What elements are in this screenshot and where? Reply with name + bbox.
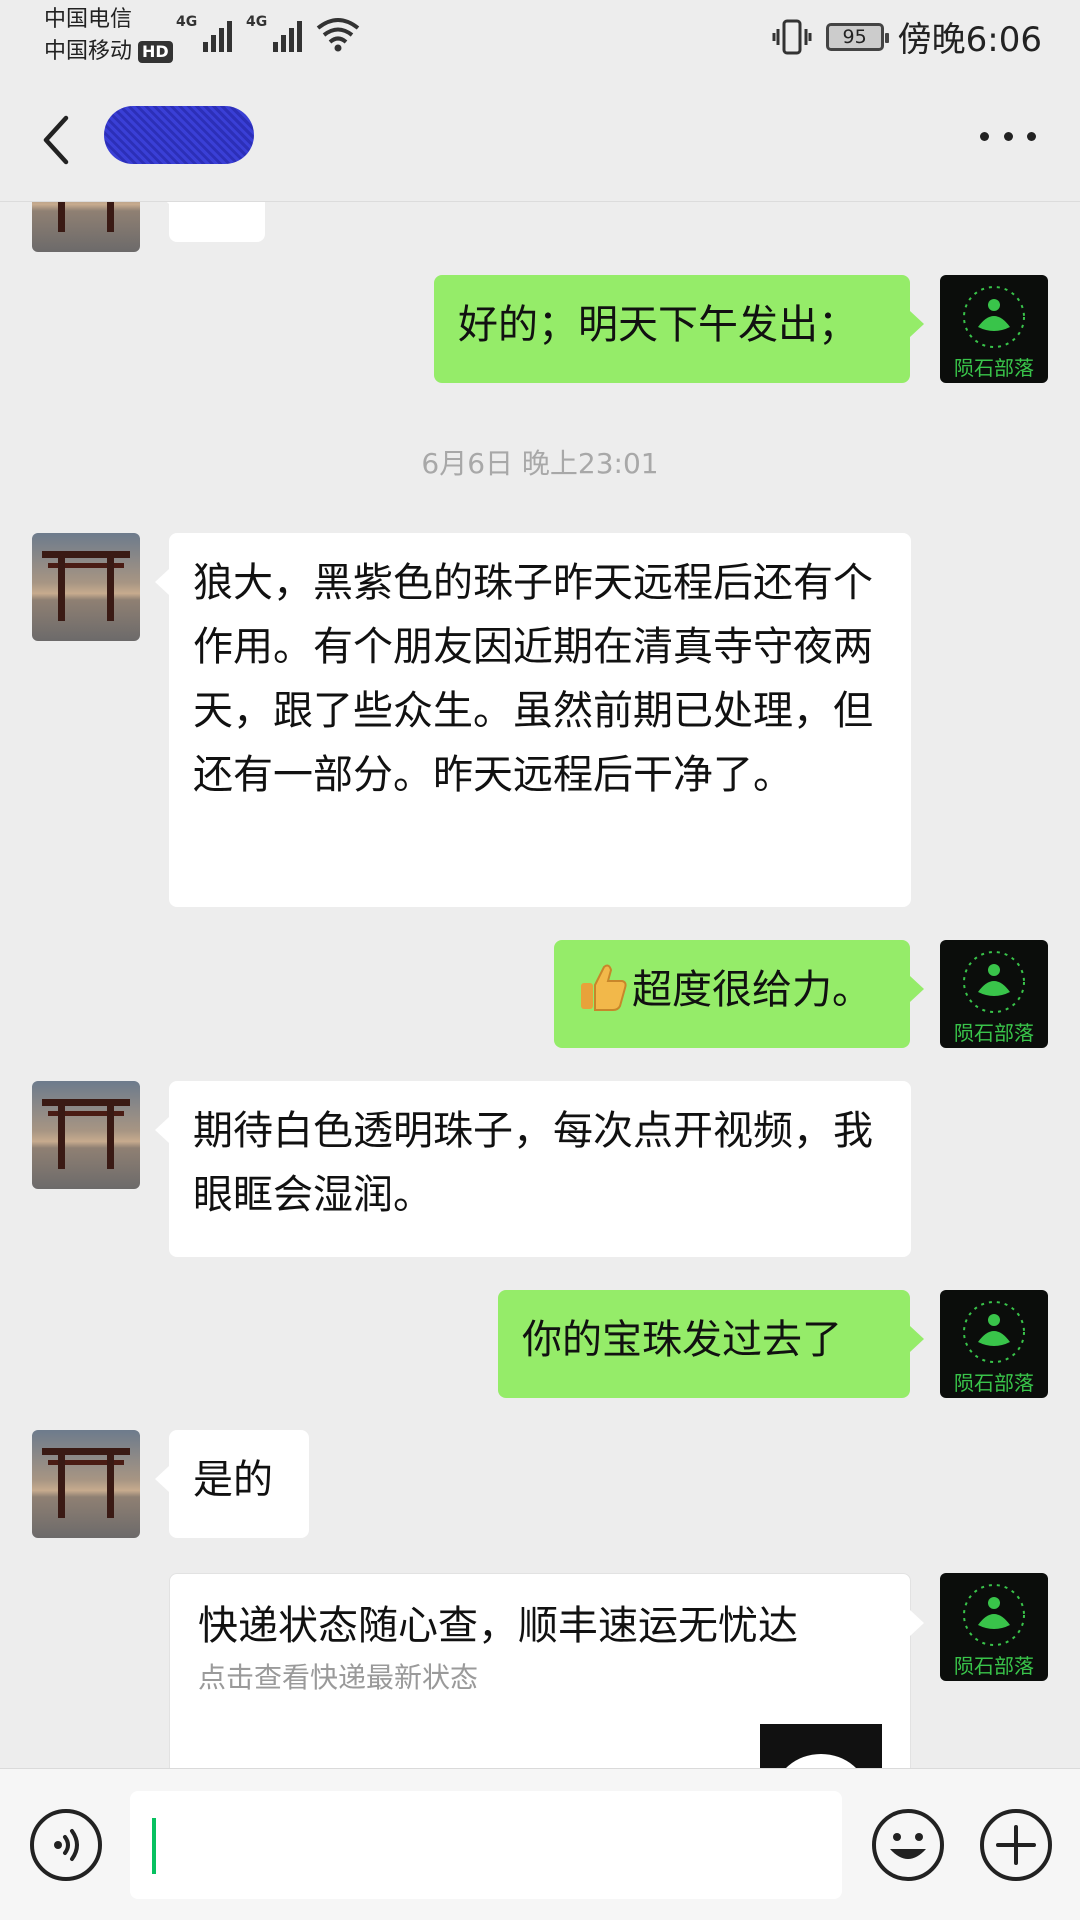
battery-level: 95 — [842, 25, 867, 48]
timestamp: 6月6日 晚上23:01 — [421, 447, 659, 480]
carrier-2: 中国移动 — [44, 39, 133, 64]
card-title: 快递状态随心查，顺丰速运无忧达 — [198, 1603, 798, 1649]
message-bubble-sent[interactable]: 好的；明天下午发出； — [434, 275, 924, 383]
contact-avatar[interactable] — [32, 1430, 140, 1538]
card-thumbnail — [760, 1724, 882, 1768]
message-bubble-sent[interactable]: 你的宝珠发过去了 — [498, 1290, 924, 1398]
voice-icon[interactable] — [28, 1807, 104, 1883]
status-right: 95 傍晚6:06 — [772, 12, 1042, 61]
message-text: 好的；明天下午发出； — [458, 302, 858, 348]
chat-header — [0, 78, 1080, 202]
message-bubble-received[interactable]: 期待白色透明珠子，每次点开视频，我眼眶会湿润。 — [155, 1081, 911, 1257]
message-bubble-clipped[interactable] — [155, 202, 265, 242]
network-type-2: 4G — [246, 14, 268, 30]
network-type-1: 4G — [176, 14, 198, 30]
message-text: 你的宝珠发过去了 — [522, 1317, 842, 1363]
emoji-icon[interactable] — [870, 1807, 946, 1883]
clock: 傍晚6:06 — [897, 20, 1042, 60]
brand-logo-text: 陨石部落 — [954, 1021, 1034, 1045]
message-list[interactable]: 好的；明天下午发出； 陨石部落 6月6日 晚上23:01 狼大，黑紫色的珠子昨天… — [0, 202, 1080, 1768]
signal-indicators: 4G 4G — [176, 14, 360, 52]
carrier-1: 中国电信 — [44, 7, 133, 32]
status-bar: 中国电信 中国移动 HD 4G 4G 95 傍晚6:06 — [0, 0, 1080, 78]
contact-avatar[interactable] — [32, 1081, 140, 1189]
signal-1-icon: 4G — [176, 14, 232, 52]
message-input[interactable] — [130, 1791, 842, 1899]
brand-logo-avatar[interactable]: 陨石部落 — [940, 1573, 1048, 1681]
message-text: 期待白色透明珠子，每次点开视频，我眼眶会湿润。 — [193, 1108, 873, 1218]
message-text: 超度很给力。 — [632, 967, 872, 1013]
chevron-left-icon[interactable] — [36, 110, 76, 170]
battery-icon: 95 — [825, 22, 889, 51]
vibrate-icon — [772, 19, 812, 54]
card-description: 点击查看快递最新状态 — [198, 1661, 479, 1694]
thumbs-up-emoji-icon — [581, 964, 627, 1011]
brand-logo-avatar[interactable]: 陨石部落 — [940, 275, 1048, 383]
more-dots-icon[interactable] — [980, 116, 1036, 156]
contact-name[interactable] — [104, 106, 254, 164]
message-text: 是的 — [193, 1457, 273, 1503]
message-bubble-received[interactable]: 是的 — [155, 1430, 309, 1538]
contact-avatar[interactable] — [32, 533, 140, 641]
plus-icon[interactable] — [978, 1807, 1054, 1883]
signal-2-icon: 4G — [246, 14, 302, 52]
carrier-info: 中国电信 中国移动 HD — [44, 4, 173, 68]
brand-logo-avatar[interactable]: 陨石部落 — [940, 940, 1048, 1048]
message-bubble-received[interactable]: 狼大，黑紫色的珠子昨天远程后还有个作用。有个朋友因近期在清真寺守夜两天，跟了些众… — [155, 533, 911, 907]
express-tracking-card[interactable]: 快递状态随心查，顺丰速运无忧达 点击查看快递最新状态 — [169, 1573, 924, 1768]
contact-avatar[interactable] — [32, 202, 140, 252]
message-text: 狼大，黑紫色的珠子昨天远程后还有个作用。有个朋友因近期在清真寺守夜两天，跟了些众… — [193, 560, 873, 798]
brand-logo-text: 陨石部落 — [954, 1371, 1034, 1395]
brand-logo-text: 陨石部落 — [954, 356, 1034, 380]
wifi-icon — [316, 18, 360, 52]
brand-logo-text: 陨石部落 — [954, 1654, 1034, 1678]
message-bubble-sent[interactable]: 超度很给力。 — [554, 940, 924, 1048]
input-bar — [0, 1768, 1080, 1920]
hd-badge: HD — [138, 41, 173, 63]
text-caret — [152, 1818, 156, 1874]
brand-logo-avatar[interactable]: 陨石部落 — [940, 1290, 1048, 1398]
